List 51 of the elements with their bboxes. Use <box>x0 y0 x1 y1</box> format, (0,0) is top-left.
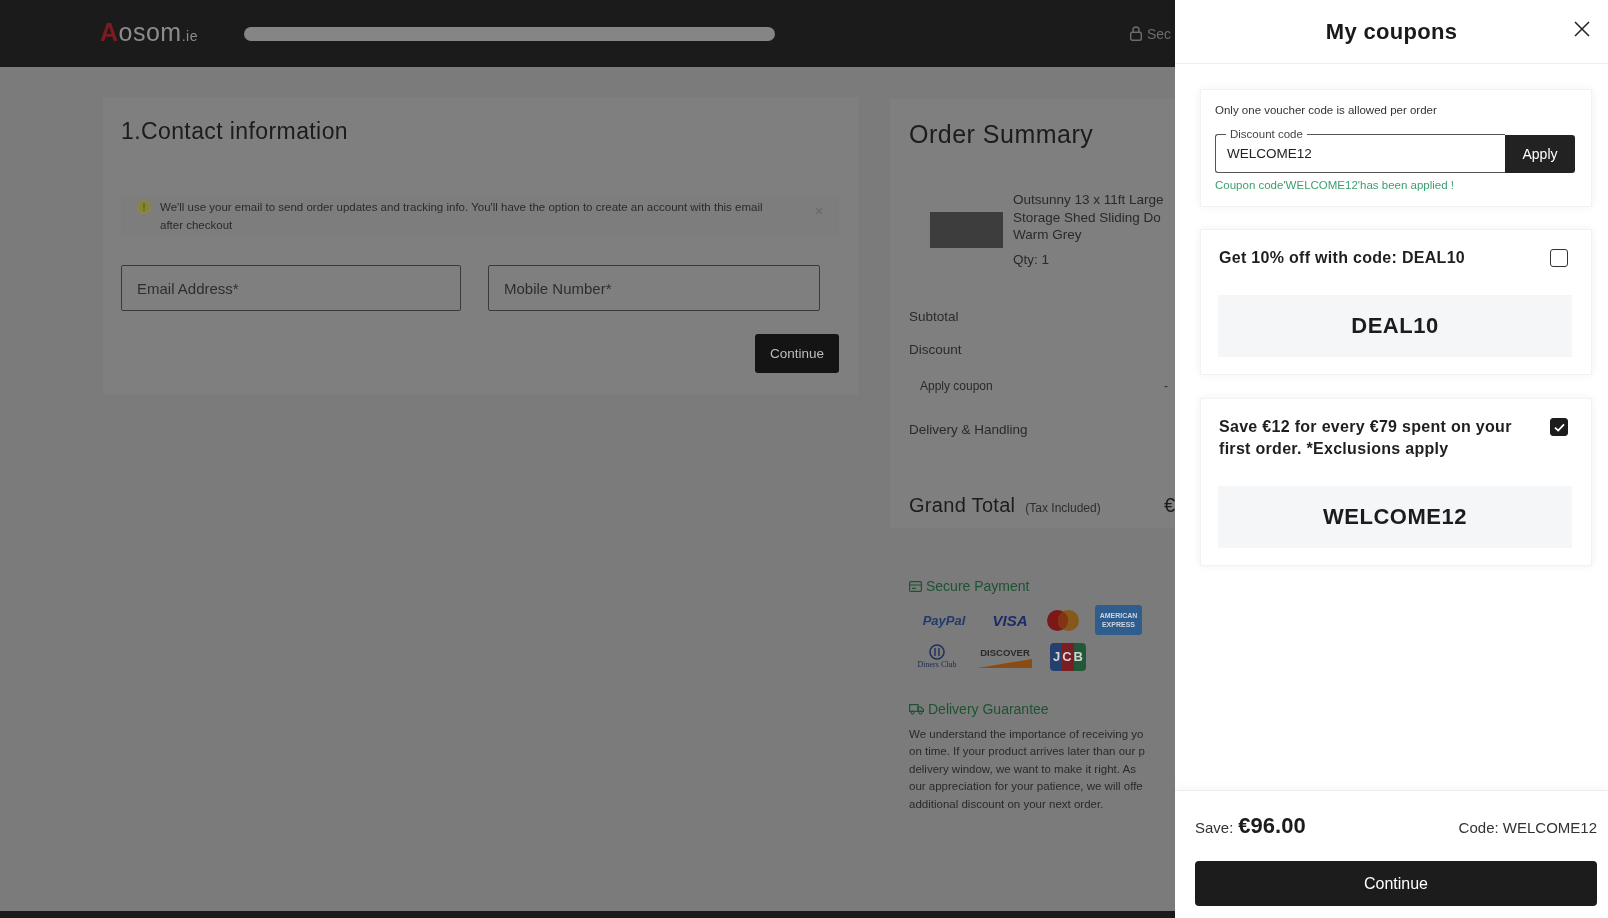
applied-code: Code: WELCOME12 <box>1458 818 1597 838</box>
close-icon <box>1574 21 1590 37</box>
lock-icon <box>1130 26 1142 41</box>
tax-note: (Tax Included) <box>1025 500 1101 517</box>
grand-total-label: Grand Total <box>909 493 1016 518</box>
section-title: 1.Contact information <box>121 117 349 145</box>
payment-logo: JCB <box>1050 643 1086 671</box>
checkbox[interactable] <box>1550 418 1568 436</box>
product-title: Outsunny 13 x 11ft Large Storage Shed Sliding Do Warm Grey <box>1013 191 1164 244</box>
success-message: Coupon code'WELCOME12'has been applied ! <box>1215 178 1455 193</box>
section-heading: Delivery Guarantee <box>928 700 1049 718</box>
guarantee-text: We understand the importance of receiving yo on time. If your product arrives later than our p delivery window, we want to make it right. As our appreciation for your patience, we will offe additional discount on your next order. <box>909 727 1146 812</box>
coupon-code: DEAL10 <box>1218 295 1572 357</box>
summary-value: - <box>1164 378 1168 395</box>
continue-button[interactable]: Continue <box>755 334 839 373</box>
payment-logo: Diners Club <box>917 660 957 670</box>
continue-button[interactable]: Continue <box>1195 861 1597 906</box>
payment-logo: DISCOVER <box>980 646 1030 658</box>
summary-label: Delivery & Handling <box>909 421 1028 439</box>
search-field[interactable] <box>244 26 775 41</box>
coupon-code: WELCOME12 <box>1218 486 1572 548</box>
logo: Aosom.ie <box>100 16 199 48</box>
save-amount: €96.00 <box>1238 812 1306 840</box>
summary-label: Subtotal <box>909 308 959 326</box>
exclamation-circle-icon <box>137 200 151 214</box>
section-title: Order Summary <box>909 120 1095 148</box>
discount-code-field[interactable]: Discount code WELCOME12 <box>1215 128 1505 173</box>
checkbox[interactable] <box>1550 249 1568 267</box>
overlapping-circles-icon <box>1046 609 1079 631</box>
panel-title: My coupons <box>1325 18 1458 45</box>
coupon-title: Get 10% off with code: DEAL10 <box>1219 248 1466 268</box>
notice-text: We'll use your email to send order updates and tracking info. You'll have the option to create an account with this email after checkout <box>160 200 764 233</box>
product-quantity: Qty: 1 <box>1013 250 1050 268</box>
payment-logo: VISA <box>992 611 1028 629</box>
coupon-title: Save €12 for every €79 spent on your first order. *Exclusions apply <box>1219 417 1513 459</box>
check-icon <box>1553 422 1565 432</box>
summary-label: Discount <box>909 341 962 359</box>
summary-label[interactable]: Apply coupon <box>920 375 993 397</box>
input-field[interactable]: Email Address* <box>121 265 461 311</box>
swoosh-icon <box>978 658 1032 668</box>
voucher-note: Only one voucher code is allowed per order <box>1215 103 1438 118</box>
apply-button[interactable]: Apply <box>1505 135 1575 173</box>
grand-total-value: € <box>1163 493 1175 518</box>
close-button[interactable] <box>1574 21 1590 37</box>
card-icon <box>909 580 922 592</box>
truck-icon <box>909 703 924 715</box>
section-heading: Secure Payment <box>926 577 1030 595</box>
save-label: Save: <box>1195 818 1234 838</box>
input-field[interactable]: Mobile Number* <box>488 265 820 311</box>
payment-logo: PayPal <box>922 612 966 628</box>
ring-icon <box>929 644 945 660</box>
